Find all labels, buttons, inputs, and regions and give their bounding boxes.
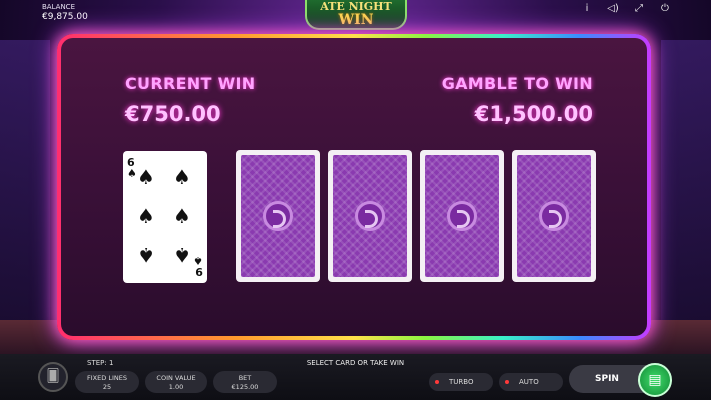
spade-pip-icon: ♠ — [137, 165, 155, 189]
bet-selector[interactable]: BET €125.00 — [213, 371, 277, 393]
spin-label: SPIN — [595, 374, 619, 384]
cards-row: 6 ♠ ♠ ♠ ♠ ♠ ♠ ♠ 9 ♠ — [61, 148, 647, 288]
coin-value-value: 1.00 — [168, 383, 184, 391]
current-win-value: €750.00 — [125, 102, 221, 126]
card-back-logo-icon — [447, 201, 477, 231]
background-pillar-left — [0, 40, 50, 350]
hidden-card-3[interactable] — [420, 150, 504, 282]
fixed-lines-label: FIXED LINES — [87, 374, 127, 382]
spade-pip-icon: ♠ — [137, 204, 155, 228]
current-win-label: CURRENT WIN — [125, 74, 256, 93]
fixed-lines-value: 25 — [102, 383, 112, 391]
coin-value-label: COIN VALUE — [156, 374, 196, 382]
card-back-pattern — [333, 155, 407, 277]
power-icon[interactable]: ⏻ — [659, 3, 671, 14]
auto-status-dot — [505, 380, 509, 384]
card-corner-bottom: 9 ♠ — [193, 254, 203, 278]
auto-toggle[interactable]: AUTO — [499, 373, 563, 391]
turbo-toggle[interactable]: TURBO — [429, 373, 493, 391]
dealer-card-six-of-spades: 6 ♠ ♠ ♠ ♠ ♠ ♠ ♠ 9 ♠ — [123, 151, 207, 283]
card-back-logo-icon — [355, 201, 385, 231]
gamble-to-win-label: GAMBLE TO WIN — [441, 74, 593, 93]
card-suit-bottom: ♠ — [193, 254, 203, 267]
fullscreen-icon[interactable]: ⤢ — [633, 3, 645, 14]
bet-label: BET — [238, 374, 252, 382]
gamble-frame: CURRENT WIN €750.00 GAMBLE TO WIN €1,500… — [57, 34, 651, 340]
background-pillar-right — [661, 40, 711, 350]
info-icon[interactable]: i — [581, 3, 593, 14]
card-back-logo-icon — [263, 201, 293, 231]
turbo-label: TURBO — [449, 378, 474, 386]
card-back-logo-icon — [539, 201, 569, 231]
hidden-card-2[interactable] — [328, 150, 412, 282]
sound-icon[interactable]: ◁) — [607, 3, 619, 14]
spade-pip-icon: ♠ — [173, 243, 191, 267]
take-win-button[interactable]: ▤ — [638, 363, 672, 397]
spade-pip-icon: ♠ — [137, 243, 155, 267]
top-icons: i ◁) ⤢ ⏻ — [581, 3, 671, 14]
hidden-card-1[interactable] — [236, 150, 320, 282]
spade-pip-icon: ♠ — [173, 165, 191, 189]
auto-label: AUTO — [519, 378, 539, 386]
balance-label: BALANCE — [42, 3, 75, 11]
gamble-to-win-value: €1,500.00 — [474, 102, 593, 126]
turbo-status-dot — [435, 380, 439, 384]
hidden-card-4[interactable] — [512, 150, 596, 282]
spade-pip-icon: ♠ — [173, 204, 191, 228]
logo-line-2: WIN — [338, 12, 374, 28]
card-back-pattern — [425, 155, 499, 277]
card-back-pattern — [517, 155, 591, 277]
card-back-pattern — [241, 155, 315, 277]
fixed-lines-display: FIXED LINES 25 — [75, 371, 139, 393]
bet-value: €125.00 — [231, 383, 259, 391]
money-icon: ▤ — [648, 372, 662, 388]
card-suit-top: ♠ — [127, 167, 137, 180]
coin-value-selector[interactable]: COIN VALUE 1.00 — [145, 371, 207, 393]
game-logo: ATE NIGHT WIN — [305, 0, 407, 30]
cards-icon: 🂠 — [46, 369, 60, 384]
balance-value: €9,875.00 — [42, 12, 88, 22]
card-corner-top: 6 ♠ — [127, 157, 137, 179]
gamble-panel: CURRENT WIN €750.00 GAMBLE TO WIN €1,500… — [61, 38, 647, 336]
paytable-cards-button[interactable]: 🂠 — [38, 362, 68, 392]
